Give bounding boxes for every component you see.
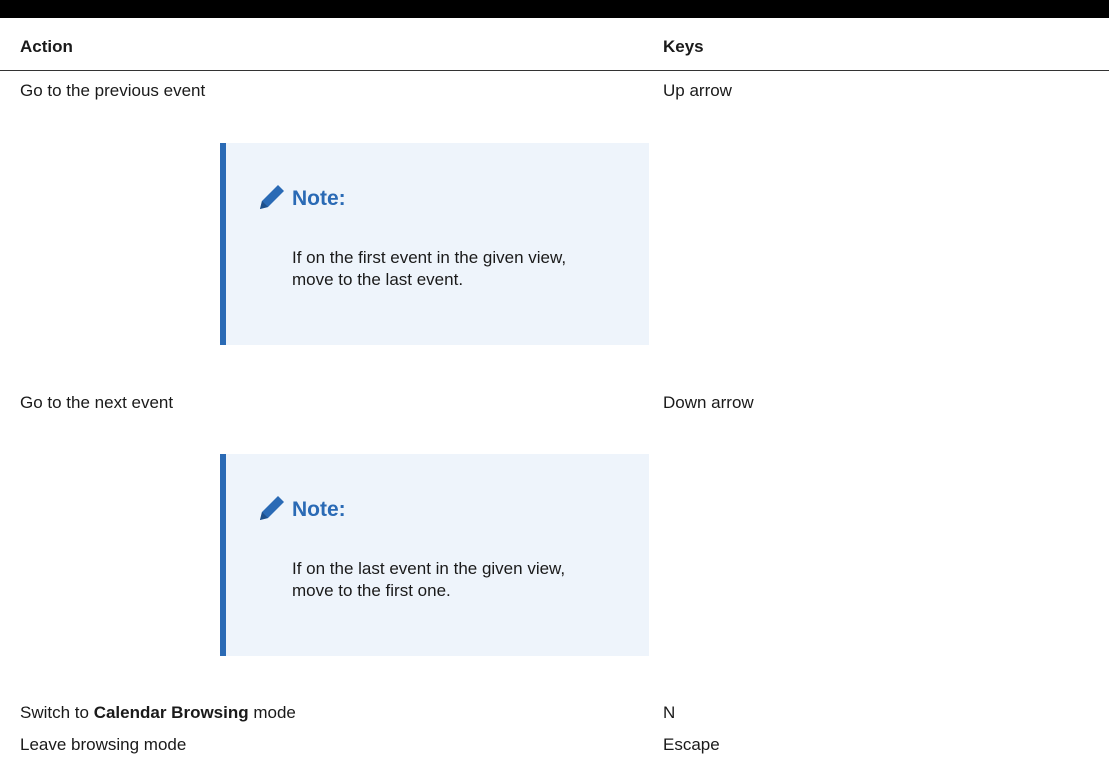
keys-cell: Down arrow [663, 393, 754, 412]
note-title: Note: [292, 498, 346, 521]
note-body: If on the last event in the given view, … [292, 559, 566, 600]
action-cell: Switch to Calendar Browsing mode [20, 703, 296, 723]
keys-cell: Up arrow [663, 81, 732, 100]
action-text: Switch to [20, 703, 94, 722]
keys-cell: N [663, 703, 676, 722]
action-cell: Go to the previous event [20, 81, 206, 100]
action-cell: Leave browsing mode [20, 735, 187, 754]
keys-cell: Escape [663, 735, 720, 754]
column-header-keys: Keys [663, 37, 704, 56]
pencil-icon [260, 496, 284, 520]
pencil-icon [260, 185, 284, 209]
mode-name: Calendar Browsing [93, 703, 249, 722]
note-title: Note: [292, 187, 346, 210]
table-header: Action Keys [0, 18, 1109, 71]
action-cell: Go to the next event [20, 393, 174, 412]
note-callout: Note: If on the first event in the given… [220, 143, 649, 345]
column-header-action: Action [20, 37, 73, 56]
top-rule [0, 0, 1109, 18]
note-callout: Note: If on the last event in the given … [220, 454, 649, 656]
action-text: mode [248, 703, 296, 722]
note-body: If on the first event in the given view,… [292, 248, 567, 289]
